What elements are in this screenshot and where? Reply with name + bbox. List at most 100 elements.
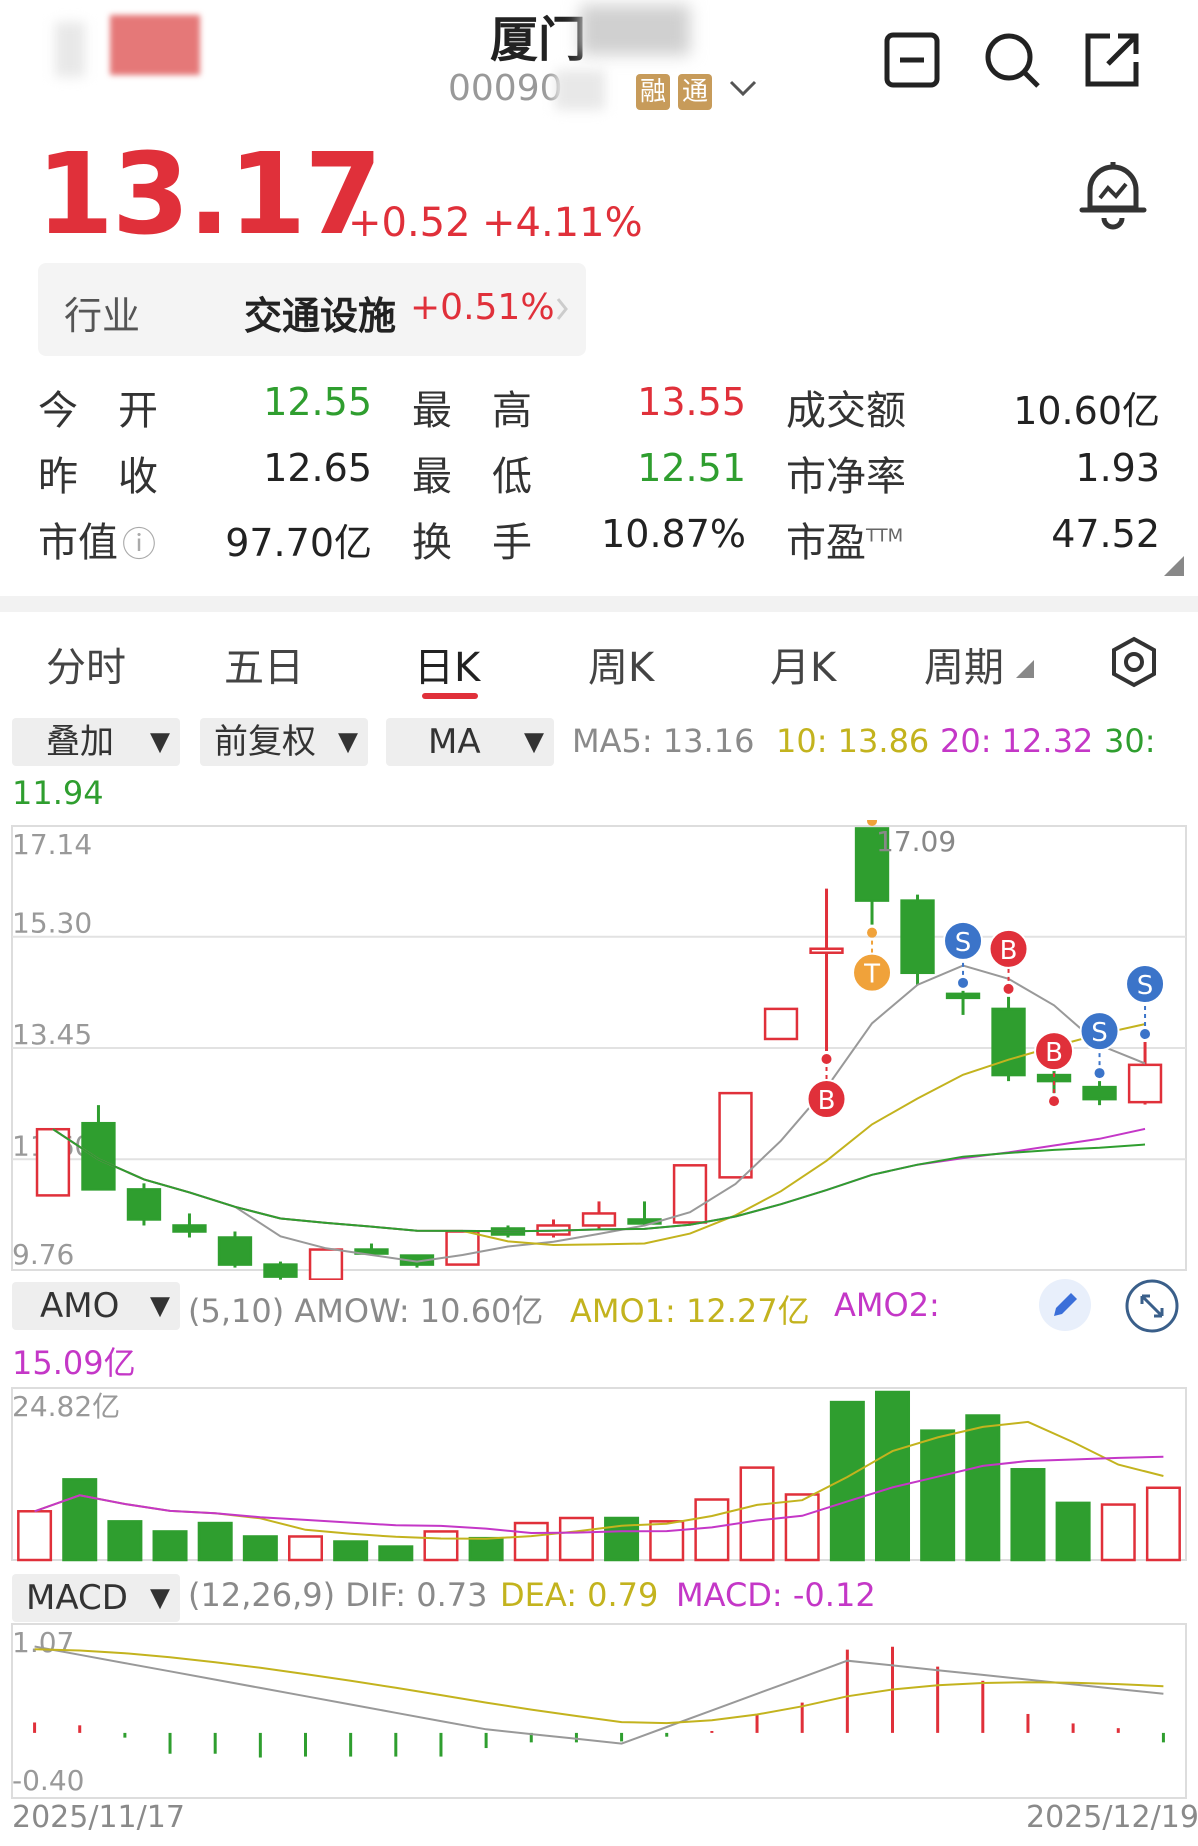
caret-down-icon: ▼ [524, 727, 544, 757]
stock-code: 00090 [448, 68, 563, 109]
candle-body [217, 1236, 253, 1266]
adjust-dropdown[interactable]: 前复权 ▼ [200, 718, 368, 766]
macd-dropdown[interactable]: MACD ▼ [12, 1574, 180, 1622]
overlay-label: 叠加 [46, 722, 114, 762]
signal-letter: B [818, 1086, 836, 1116]
candle-body [809, 947, 844, 954]
signal-letter: S [1137, 971, 1154, 1001]
ma30-value: 11.94 [12, 774, 104, 812]
settings-icon[interactable] [1110, 636, 1158, 688]
high-label: 17.09 [876, 825, 956, 858]
period-corner-icon [1016, 660, 1034, 678]
tab-period[interactable]: 周期 [924, 635, 1004, 693]
stat-label: 换 手 [412, 520, 532, 566]
ma20-value: 20: 12.32 [940, 722, 1094, 760]
fullscreen-icon[interactable] [1124, 1278, 1180, 1334]
blurred-back[interactable] [55, 22, 85, 77]
title-redaction [580, 5, 690, 55]
tab-five-day[interactable]: 五日 [224, 635, 304, 693]
volume-bar [558, 1516, 594, 1562]
indicator-label: MA [428, 722, 481, 762]
price-alert-icon[interactable] [1078, 158, 1148, 230]
stat-value: 47.52 [1051, 512, 1160, 556]
candle-body [991, 1007, 1026, 1077]
signal-dot [1094, 1068, 1105, 1079]
minus-box-icon[interactable] [882, 30, 942, 90]
signal-dot [1049, 1096, 1060, 1107]
tab-intraday[interactable]: 分时 [46, 635, 126, 693]
candlestick-chart[interactable]: 17.1415.3013.4511.609.7617.099.90BTTSBBS… [0, 820, 1198, 1280]
volume-bar [1100, 1503, 1136, 1562]
edit-icon[interactable] [1038, 1278, 1092, 1332]
volume-bar [333, 1540, 369, 1562]
candle-body [581, 1212, 617, 1227]
candle-body [763, 1007, 799, 1041]
macd-value: MACD: -0.12 [676, 1576, 876, 1614]
tab-weekly-k[interactable]: 周K [588, 635, 654, 693]
caret-down-icon: ▼ [150, 1291, 170, 1321]
amo-volume-chart[interactable]: 24.82亿 [0, 1386, 1198, 1570]
share-icon[interactable] [1082, 30, 1142, 90]
candle-body [1127, 1063, 1163, 1104]
search-icon[interactable] [982, 30, 1042, 90]
amo-label: AMO [40, 1286, 120, 1326]
stat-label: 今 开 [38, 388, 158, 434]
amo-max-label: 24.82亿 [12, 1390, 120, 1423]
tab-daily-k[interactable]: 日K [414, 635, 480, 693]
volume-bar [1145, 1486, 1181, 1562]
price-change-pct: +4.11% [482, 200, 643, 246]
candle-body [308, 1248, 344, 1280]
volume-bar [829, 1400, 865, 1562]
volume-bar [920, 1429, 956, 1562]
candle-body [81, 1121, 116, 1191]
stat-label: 市净率 [786, 454, 906, 500]
ma10-value: 10: 13.86 [776, 722, 930, 760]
start-date: 2025/11/17 [12, 1800, 185, 1835]
signal-letter: B [1045, 1038, 1063, 1068]
volume-bar [107, 1520, 143, 1562]
amo2-value: 15.09亿 [12, 1344, 136, 1382]
expand-corner-icon[interactable] [1164, 556, 1184, 576]
signal-dot [1003, 983, 1014, 994]
candle-body [172, 1224, 207, 1233]
ma30-label: 30: [1104, 722, 1156, 760]
volume-bar [287, 1535, 324, 1562]
info-icon[interactable]: ⓘ [122, 525, 156, 565]
volume-bar [17, 1510, 53, 1562]
stat-value: 12.65 [263, 446, 372, 490]
macd-min-label: -0.40 [12, 1764, 84, 1797]
signal-dot [958, 977, 969, 988]
stat-value: 12.55 [263, 380, 372, 424]
industry-bar[interactable]: 行业 交通设施 +0.51% [38, 263, 586, 356]
ma5-value: MA5: 13.16 [572, 722, 755, 760]
volume-bar [242, 1535, 278, 1562]
stat-value: 97.70亿 [225, 521, 372, 565]
signal-dot [821, 1054, 832, 1065]
y-tick-label: 13.45 [12, 1018, 92, 1051]
candle-body [445, 1230, 480, 1266]
tab-monthly-k[interactable]: 月K [770, 635, 836, 693]
active-tab-indicator [422, 693, 478, 699]
volume-bar [965, 1414, 1001, 1562]
caret-down-icon: ▼ [338, 727, 358, 757]
signal-letter: B [1000, 936, 1018, 966]
chart-frame [11, 1387, 1187, 1561]
amo-dropdown[interactable]: AMO ▼ [12, 1282, 180, 1330]
signal-dot [867, 927, 878, 938]
candle-body [35, 1127, 71, 1197]
overlay-dropdown[interactable]: 叠加 ▼ [12, 718, 180, 766]
stat-value: 12.51 [637, 446, 746, 490]
amo-params: (5,10) AMOW: 10.60亿 [188, 1292, 544, 1330]
candle-body [1082, 1085, 1117, 1101]
volume-bar [468, 1536, 504, 1562]
stat-value: 10.60亿 [1013, 389, 1160, 433]
volume-bar [784, 1493, 820, 1562]
industry-name: 交通设施 [244, 294, 397, 338]
volume-bar [513, 1521, 549, 1562]
macd-chart[interactable]: 1.07 -0.40 [0, 1622, 1198, 1800]
indicator-dropdown[interactable]: MA ▼ [386, 718, 554, 766]
candle-body [945, 992, 981, 1000]
connect-tag: 通 [678, 74, 713, 110]
stat-value: 13.55 [637, 380, 746, 424]
chevron-down-icon[interactable] [728, 78, 758, 100]
